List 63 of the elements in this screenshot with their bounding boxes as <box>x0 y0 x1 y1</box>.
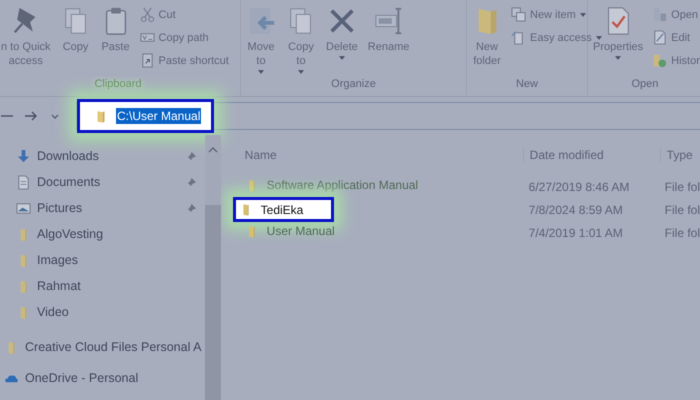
file-name-cell[interactable]: TediEka <box>232 197 334 222</box>
ribbon-button[interactable]: Open <box>650 4 700 25</box>
caret-icon <box>338 56 345 60</box>
picture-icon <box>16 200 31 216</box>
column-header[interactable]: Name <box>244 148 523 162</box>
caret-icon <box>615 56 622 60</box>
forward-icon[interactable] <box>24 109 38 123</box>
group-label: Clipboard <box>94 78 142 90</box>
ribbon-button[interactable]: Paste shortcut <box>138 50 231 71</box>
nav-item[interactable]: Pictures <box>0 195 205 221</box>
caret-icon <box>298 70 304 74</box>
nav-item[interactable]: Images <box>0 247 205 273</box>
download-icon <box>16 148 31 164</box>
address-text: C:\User Manual <box>116 108 202 124</box>
type-cell-text: File fol <box>664 226 700 240</box>
pin-icon <box>186 202 197 214</box>
pin-icon <box>186 150 197 162</box>
nav-item[interactable]: Creative Cloud Files Personal A <box>0 334 205 360</box>
ribbon-button[interactable]: New item <box>509 4 604 25</box>
caret-icon <box>258 70 264 74</box>
ribbon-button[interactable]: Copy path <box>138 27 231 48</box>
address-field[interactable]: C:\User Manual <box>76 102 700 130</box>
shortcut-icon <box>140 53 155 68</box>
nav-item[interactable]: Rahmat <box>0 273 205 299</box>
date-cell-text: 7/8/2024 8:59 AM <box>528 202 624 216</box>
caret-icon <box>596 36 602 40</box>
group-label: Open <box>631 78 658 90</box>
ribbon-button[interactable]: Rename <box>362 4 414 76</box>
cut-icon <box>140 7 155 22</box>
file-name: Software Application Manual <box>266 178 418 192</box>
file-name-cell[interactable]: User Manual <box>238 222 341 240</box>
ribbon-button[interactable]: New folder <box>467 4 507 76</box>
ribbon-button[interactable]: Copy <box>56 4 96 76</box>
ribbon-button[interactable]: Copy to <box>281 4 321 76</box>
scrollbar[interactable] <box>204 135 221 400</box>
type-cell-text: File fol <box>664 202 700 216</box>
ribbon-button[interactable]: Edit <box>650 27 700 48</box>
type-cell-text: File fol <box>664 180 700 194</box>
ribbon-button[interactable]: Delete <box>321 4 363 76</box>
ribbon-button[interactable]: Paste <box>96 4 136 76</box>
file-name-cell[interactable]: Software Application Manual <box>238 176 424 194</box>
ribbon-button[interactable]: Histor <box>650 50 700 71</box>
nav-item[interactable]: AlgoVesting <box>0 221 205 247</box>
ribbon-button[interactable]: n to Quick access <box>0 4 56 76</box>
date-cell-text: 7/4/2019 1:01 AM <box>528 226 624 240</box>
nav-item[interactable]: OneDrive - Personal <box>0 365 205 391</box>
edit-icon <box>652 30 668 45</box>
nav-item[interactable]: Downloads <box>0 143 205 169</box>
file-name: TediEka <box>260 202 304 216</box>
date-cell-text: 6/27/2019 8:46 AM <box>528 180 630 194</box>
nav-item[interactable]: Video <box>0 299 205 325</box>
chevron-up-icon[interactable] <box>208 147 218 153</box>
document-icon <box>16 174 31 190</box>
nav-item[interactable]: Documents <box>0 169 205 195</box>
pin-icon <box>186 176 197 188</box>
group-label: Organize <box>331 78 376 90</box>
caret-icon <box>580 12 586 16</box>
group-label: New <box>516 78 538 90</box>
ribbon-button[interactable]: Move to <box>241 4 281 76</box>
column-header[interactable]: Date modified <box>522 148 660 162</box>
file-name: User Manual <box>266 224 335 238</box>
column-header[interactable]: Type <box>660 148 700 162</box>
ribbon-button[interactable]: Cut <box>138 4 231 25</box>
